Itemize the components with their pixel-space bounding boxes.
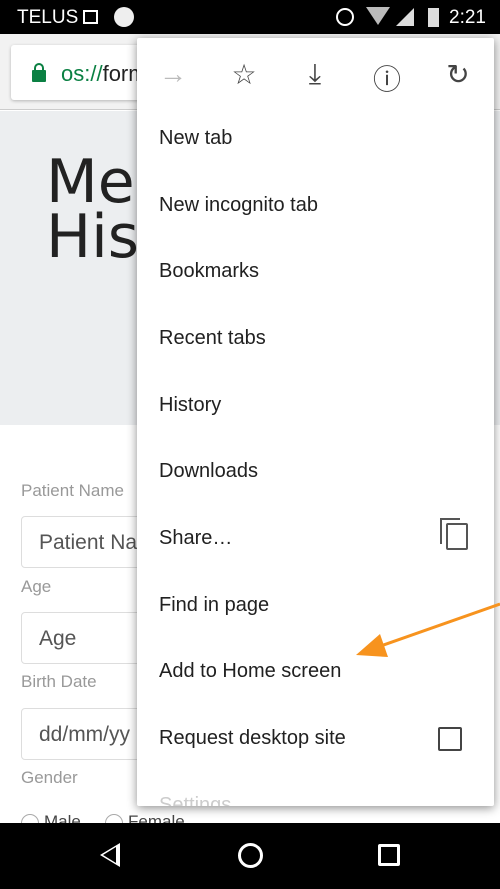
annotation-arrow-icon: [356, 602, 500, 657]
recent-apps-icon[interactable]: [378, 844, 400, 866]
home-icon[interactable]: [238, 843, 263, 868]
navigation-bar: [0, 823, 500, 889]
back-icon[interactable]: [100, 843, 120, 867]
